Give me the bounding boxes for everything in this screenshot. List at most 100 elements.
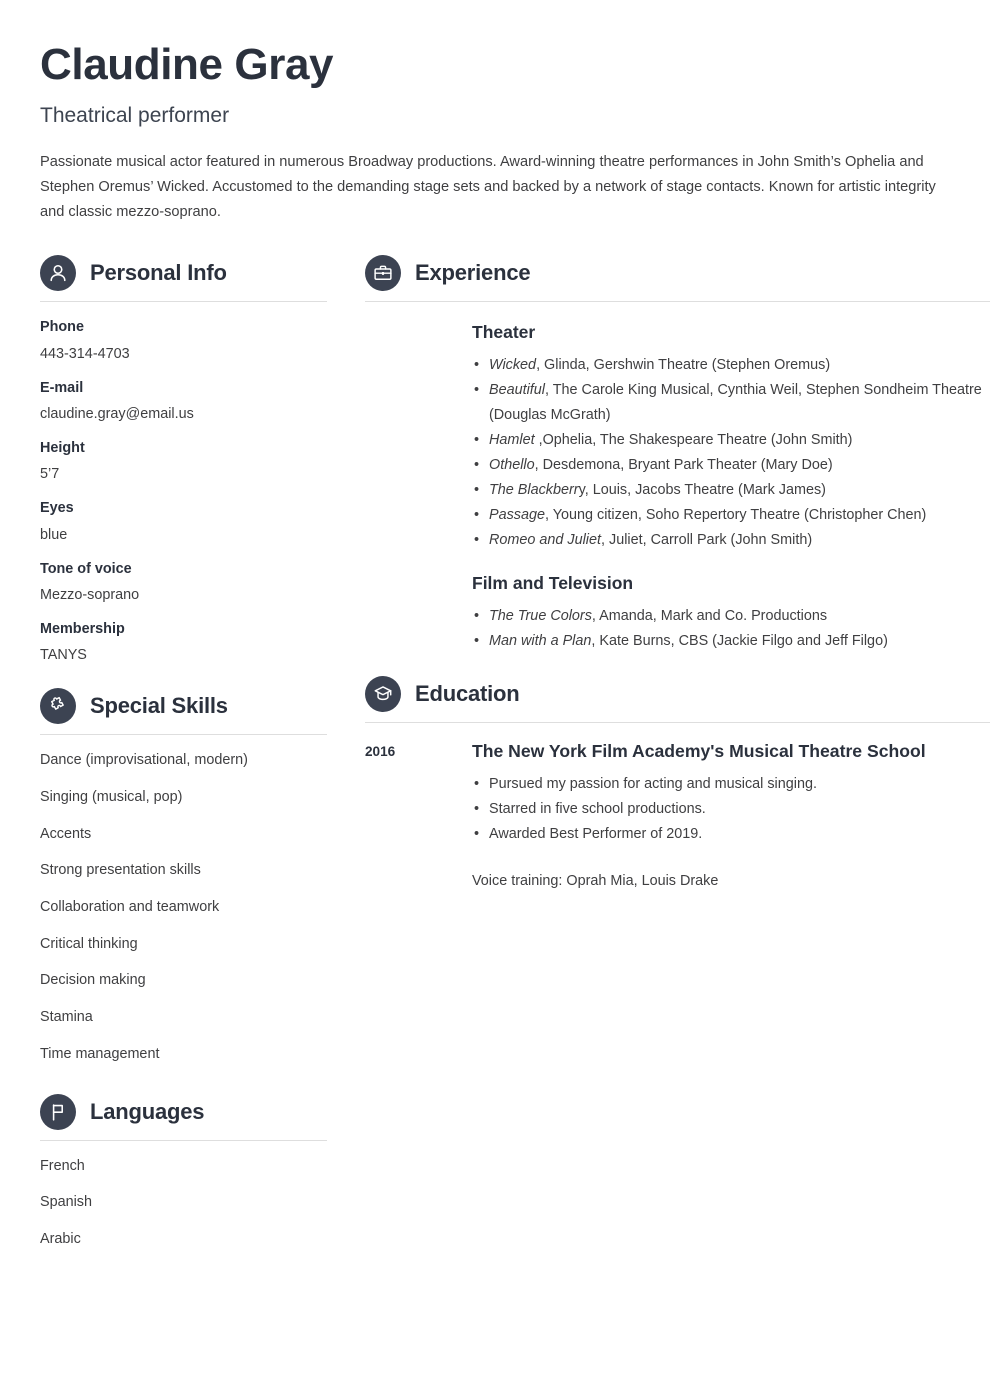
education-entry: 2016 The New York Film Academy's Musical… [365, 741, 990, 890]
info-item-email: E-mail claudine.gray@email.us [40, 380, 327, 423]
job-title: Theatrical performer [40, 104, 230, 128]
list-item: Decision making [40, 972, 146, 989]
list-item: Accents [40, 825, 92, 842]
experience-body: Theater Wicked, Glinda, Gershwin Theatre… [365, 322, 990, 654]
experience-group-heading: Theater [472, 322, 536, 343]
info-value: claudine.gray@email.us [40, 406, 194, 423]
list-item: Awarded Best Performer of 2019. [472, 822, 990, 847]
flag-icon [40, 1093, 76, 1130]
info-item-membership: Membership TANYS [40, 621, 327, 664]
section-header-personal-info: Personal Info [40, 255, 327, 301]
list-item: Man with a Plan, Kate Burns, CBS (Jackie… [472, 629, 990, 654]
work-detail: , Kate Burns, CBS (Jackie Filgo and Jeff… [591, 633, 888, 650]
work-title: Hamlet [489, 432, 535, 449]
work-title: Othello [489, 457, 535, 474]
list-item: Time management [40, 1045, 160, 1062]
experience-list-theater: Wicked, Glinda, Gershwin Theatre (Stephe… [472, 353, 990, 553]
section-title-experience: Experience [415, 260, 531, 286]
list-item: Romeo and Juliet, Juliet, Carroll Park (… [472, 528, 990, 553]
work-detail: , Amanda, Mark and Co. Productions [591, 608, 828, 625]
list-item: Starred in five school productions. [472, 797, 990, 822]
section-personal-info: Personal Info Phone 443-314-4703 E-mail … [40, 255, 327, 664]
voice-training-note: Voice training: Oprah Mia, Louis Drake [472, 872, 719, 889]
section-header-languages: Languages [40, 1093, 327, 1140]
section-title-special-skills: Special Skills [90, 693, 228, 719]
list-item: Critical thinking [40, 935, 138, 952]
info-value: TANYS [40, 647, 87, 664]
two-column-layout: Personal Info Phone 443-314-4703 E-mail … [40, 255, 990, 1266]
info-item-phone: Phone 443-314-4703 [40, 319, 327, 362]
puzzle-piece-icon [40, 688, 76, 725]
info-label: Height [40, 440, 85, 457]
section-header-special-skills: Special Skills [40, 688, 327, 734]
work-title: Beautiful [489, 382, 546, 399]
work-detail: , Young citizen, Soho Repertory Theatre … [545, 507, 927, 524]
list-item: Singing (musical, pop) [40, 788, 183, 805]
info-label: Membership [40, 620, 125, 637]
education-school-name: The New York Film Academy's Musical Thea… [472, 741, 926, 762]
education-details: The New York Film Academy's Musical Thea… [472, 741, 990, 890]
work-detail: , Glinda, Gershwin Theatre (Stephen Orem… [536, 357, 831, 374]
divider [40, 1139, 327, 1141]
main-column: Experience Theater Wicked, Glinda, Gersh… [365, 255, 990, 896]
list-item: Strong presentation skills [40, 862, 201, 879]
list-item: Hamlet ,Ophelia, The Shakespeare Theatre… [472, 428, 990, 453]
section-languages: Languages French Spanish Arabic [40, 1093, 327, 1249]
section-title-languages: Languages [90, 1098, 205, 1124]
work-detail: y, Louis, Jacobs Theatre (Mark James) [578, 482, 826, 499]
experience-group-heading: Film and Television [472, 573, 634, 594]
section-education: Education 2016 The New York Film Academy… [365, 676, 990, 890]
experience-group-film-and-television: Film and Television The True Colors, Ama… [472, 573, 990, 654]
divider [365, 722, 990, 724]
list-item: Collaboration and teamwork [40, 899, 220, 916]
languages-list: French Spanish Arabic [40, 1157, 327, 1249]
work-title: The Blackberr [489, 482, 579, 499]
section-experience: Experience Theater Wicked, Glinda, Gersh… [365, 255, 990, 654]
list-item: Beautiful, The Carole King Musical, Cynt… [472, 378, 990, 428]
experience-group-theater: Theater Wicked, Glinda, Gershwin Theatre… [472, 322, 990, 553]
info-item-eyes: Eyes blue [40, 500, 327, 543]
divider [365, 301, 990, 303]
work-title: Man with a Plan [489, 633, 592, 650]
education-bullets: Pursued my passion for acting and musica… [472, 772, 990, 847]
work-detail: , Desdemona, Bryant Park Theater (Mary D… [534, 457, 833, 474]
list-item: Spanish [40, 1194, 93, 1211]
work-title: Wicked [489, 357, 537, 374]
personal-info-list: Phone 443-314-4703 E-mail claudine.gray@… [40, 319, 327, 664]
info-value: blue [40, 526, 68, 543]
work-detail: ,Ophelia, The Shakespeare Theatre (John … [534, 432, 853, 449]
info-item-tone-of-voice: Tone of voice Mezzo-soprano [40, 561, 327, 604]
person-icon [40, 255, 76, 292]
info-value: Mezzo-soprano [40, 586, 140, 603]
section-header-experience: Experience [365, 255, 990, 301]
list-item: Wicked, Glinda, Gershwin Theatre (Stephe… [472, 353, 990, 378]
section-special-skills: Special Skills Dance (improvisational, m… [40, 688, 327, 1063]
info-item-height: Height 5’7 [40, 440, 327, 483]
resume-page: Claudine Gray Theatrical performer Passi… [0, 0, 990, 1267]
list-item: Passage, Young citizen, Soho Repertory T… [472, 503, 990, 528]
work-title: Passage [489, 507, 546, 524]
special-skills-list: Dance (improvisational, modern) Singing … [40, 751, 327, 1063]
briefcase-icon [365, 255, 401, 292]
info-label: E-mail [40, 379, 84, 396]
list-item: The Blackberry, Louis, Jacobs Theatre (M… [472, 478, 990, 503]
list-item: The True Colors, Amanda, Mark and Co. Pr… [472, 604, 990, 629]
info-label: Phone [40, 319, 84, 336]
section-header-education: Education [365, 676, 990, 722]
section-title-education: Education [415, 681, 520, 707]
list-item: Dance (improvisational, modern) [40, 752, 248, 769]
list-item: Pursued my passion for acting and musica… [472, 772, 990, 797]
work-title: Romeo and Juliet [489, 532, 601, 549]
info-value: 5’7 [40, 466, 60, 483]
work-title: The True Colors [489, 608, 592, 625]
divider [40, 734, 327, 736]
graduation-cap-icon [365, 676, 401, 713]
sidebar-column: Personal Info Phone 443-314-4703 E-mail … [40, 255, 327, 1266]
list-item: Othello, Desdemona, Bryant Park Theater … [472, 453, 990, 478]
info-label: Tone of voice [40, 560, 132, 577]
experience-list-film-tv: The True Colors, Amanda, Mark and Co. Pr… [472, 604, 990, 654]
professional-summary: Passionate musical actor featured in num… [40, 154, 936, 221]
page-title: Claudine Gray [40, 40, 334, 89]
education-year: 2016 [365, 744, 396, 760]
list-item: Stamina [40, 1009, 93, 1026]
